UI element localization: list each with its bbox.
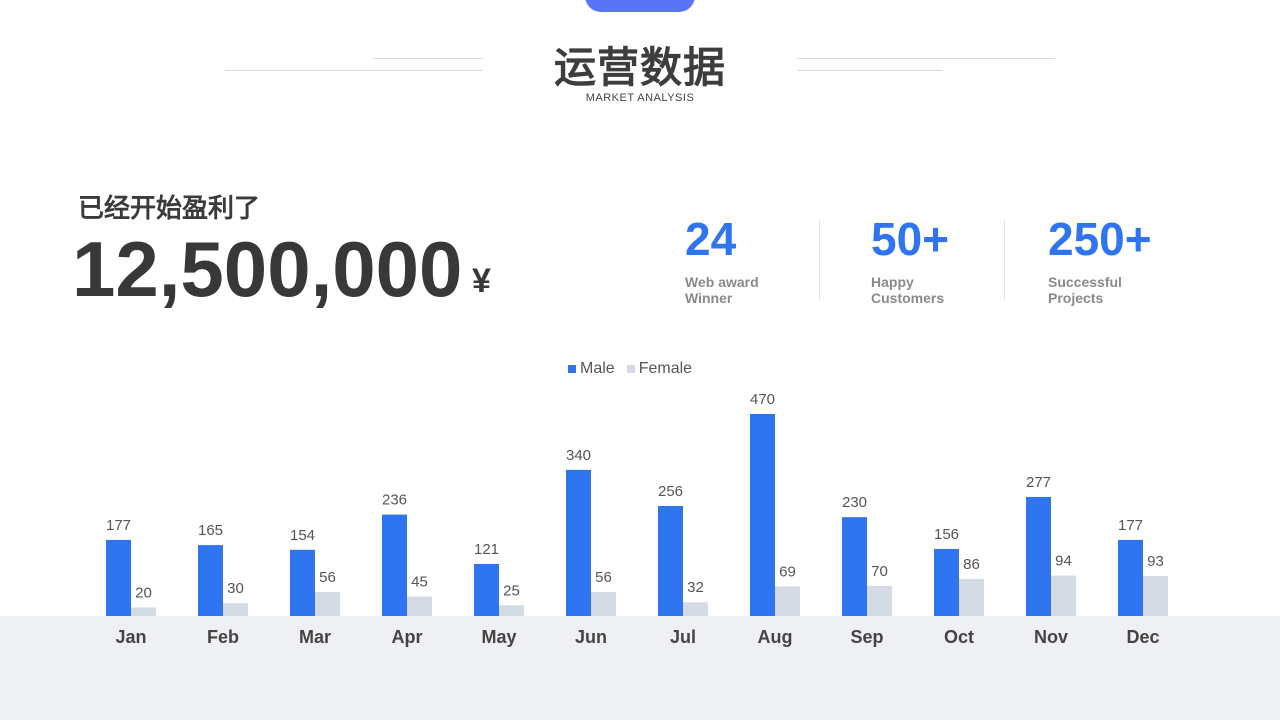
data-label-male-aug: 470 (750, 391, 775, 408)
stat-label: Happy Customers (871, 274, 949, 306)
x-tick-label-dec: Dec (1126, 627, 1159, 647)
stat-label-line: Winner (685, 290, 733, 306)
bar-male-jul (658, 505, 683, 616)
bar-female-may (499, 605, 524, 616)
data-label-male-nov: 277 (1026, 474, 1051, 491)
bar-female-feb (223, 603, 248, 616)
data-label-male-dec: 177 (1118, 517, 1143, 534)
data-label-female-jan: 20 (135, 584, 152, 601)
x-tick-label-jul: Jul (670, 627, 696, 647)
stat-label-line: Projects (1048, 290, 1104, 306)
bar-chart: 177 20 Jan 165 30 Feb 154 56 Mar 236 45 Apr 121 25 May… (106, 391, 1168, 647)
bar-male-jan (106, 539, 131, 616)
data-label-male-apr: 236 (382, 492, 407, 509)
x-tick-label-oct: Oct (944, 627, 974, 647)
bar-female-sep (867, 585, 892, 616)
stat-label-line: Successful (1048, 274, 1122, 290)
top-tab-decoration (585, 0, 695, 12)
stat-divider (819, 220, 820, 300)
page-title: 运营数据 (553, 44, 726, 91)
bar-male-oct (934, 548, 959, 616)
data-label-male-may: 121 (474, 541, 499, 558)
stat-divider (1004, 220, 1005, 300)
data-label-female-may: 25 (503, 582, 520, 599)
stat-label-line: Customers (871, 290, 945, 306)
data-label-female-feb: 30 (227, 580, 244, 597)
bar-female-jan (131, 607, 156, 616)
bar-male-aug (750, 414, 775, 616)
bar-male-nov (1026, 496, 1051, 616)
data-label-male-sep: 230 (842, 494, 867, 511)
bar-female-oct (959, 579, 984, 616)
bar-male-dec (1118, 539, 1143, 616)
data-label-male-jul: 256 (658, 483, 683, 500)
bar-female-mar (315, 591, 340, 616)
data-label-female-jun: 56 (595, 569, 612, 586)
data-label-female-dec: 93 (1147, 553, 1164, 570)
x-tick-label-sep: Sep (850, 627, 883, 647)
bar-male-mar (290, 549, 315, 616)
bar-male-may (474, 563, 499, 616)
stat-label-line: Web award (685, 274, 759, 290)
stat-awards: 24 Web award Winner (685, 212, 759, 306)
profit-currency: ¥ (472, 262, 491, 300)
bar-female-dec (1143, 576, 1168, 616)
x-tick-label-apr: Apr (392, 627, 423, 647)
x-tick-label-mar: Mar (299, 627, 331, 647)
stat-value: 24 (685, 213, 737, 265)
bar-male-feb (198, 545, 223, 616)
bar-male-jun (566, 469, 591, 616)
x-tick-label-feb: Feb (207, 627, 239, 647)
data-label-male-jun: 340 (566, 447, 591, 464)
data-label-male-feb: 165 (198, 522, 223, 539)
data-label-male-jan: 177 (106, 517, 131, 534)
x-tick-label-jun: Jun (575, 627, 607, 647)
bar-male-sep (842, 517, 867, 616)
stat-value: 250+ (1048, 213, 1152, 265)
profit-label: 已经开始盈利了 (78, 193, 261, 223)
bar-female-apr (407, 596, 432, 616)
data-label-female-jul: 32 (687, 579, 704, 596)
x-tick-label-nov: Nov (1034, 627, 1068, 647)
x-tick-label-may: May (481, 627, 516, 647)
bar-male-apr (382, 514, 407, 616)
data-label-female-sep: 70 (871, 563, 888, 580)
data-label-female-aug: 69 (779, 563, 796, 580)
x-tick-label-aug: Aug (758, 627, 793, 647)
bar-female-nov (1051, 575, 1076, 616)
stat-customers: 50+ Happy Customers (871, 212, 949, 306)
data-label-female-mar: 56 (319, 569, 336, 586)
stat-projects: 250+ Successful Projects (1048, 212, 1152, 306)
data-label-male-oct: 156 (934, 526, 959, 543)
page-subtitle: MARKET ANALYSIS (585, 92, 695, 104)
stat-label: Successful Projects (1048, 274, 1152, 306)
stat-label: Web award Winner (685, 274, 759, 306)
data-label-female-apr: 45 (411, 574, 428, 591)
bar-female-aug (775, 586, 800, 616)
bar-female-jul (683, 602, 708, 616)
stat-label-line: Happy (871, 274, 914, 290)
profit-amount: 12,500,000 (72, 225, 463, 313)
stat-value: 50+ (871, 213, 950, 265)
data-label-male-mar: 154 (290, 527, 315, 544)
data-label-female-nov: 94 (1055, 553, 1072, 570)
x-tick-label-jan: Jan (115, 627, 146, 647)
data-label-female-oct: 86 (963, 556, 980, 573)
bar-female-jun (591, 591, 616, 616)
